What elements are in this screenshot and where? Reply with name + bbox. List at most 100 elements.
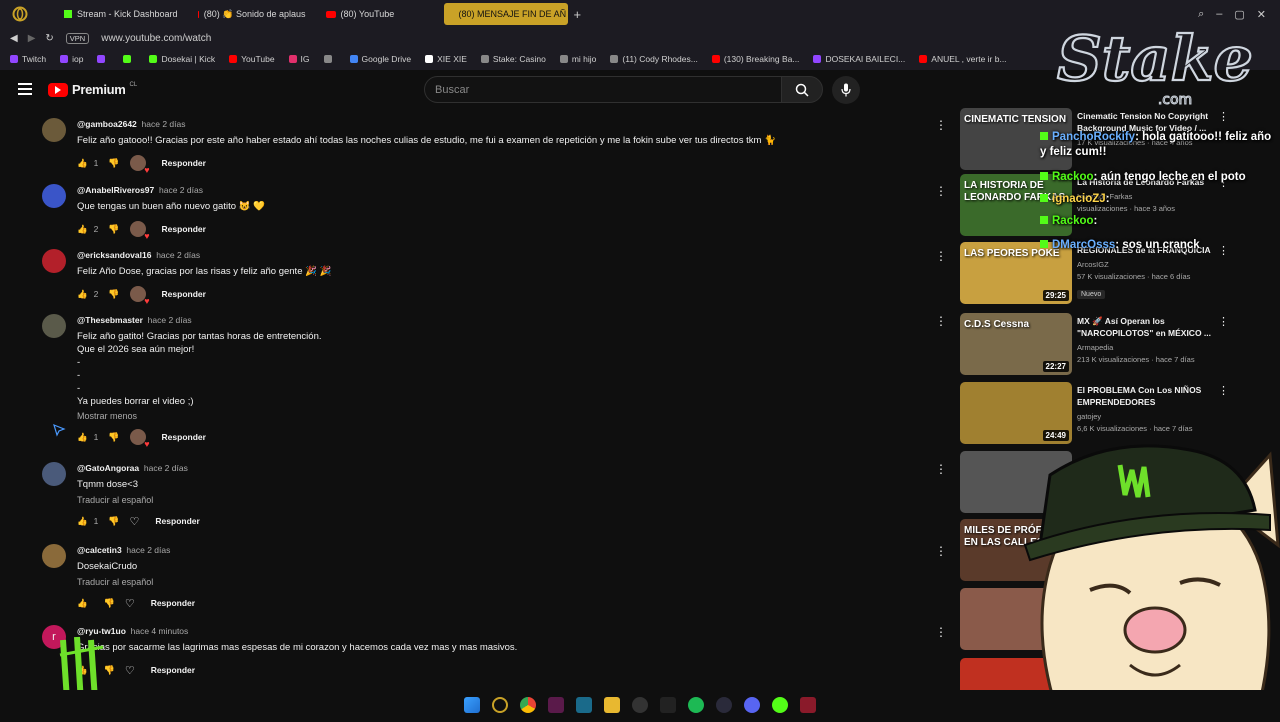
- like-icon[interactable]: 👍: [77, 289, 88, 300]
- bookmark-item[interactable]: YouTube: [229, 54, 275, 64]
- bookmark-item[interactable]: XIE XIE: [425, 54, 467, 64]
- channel-name[interactable]: gatojey: [1077, 411, 1217, 423]
- video-title[interactable]: MX 🚀 Así Operan los "NARCOPILOTOS" en MÉ…: [1077, 315, 1217, 339]
- editor-icon[interactable]: [548, 697, 564, 713]
- bookmark-item[interactable]: DOSEKAI BAILECI...: [813, 54, 905, 64]
- logitech-icon[interactable]: [660, 697, 676, 713]
- chrome-icon[interactable]: [520, 697, 536, 713]
- video-thumbnail[interactable]: C.D.S Cessna 22:27: [960, 313, 1072, 375]
- url-field[interactable]: www.youtube.com/watch: [101, 33, 211, 44]
- opera-icon[interactable]: [492, 697, 508, 713]
- bookmark-item[interactable]: iop: [60, 54, 83, 64]
- menu-icon[interactable]: [18, 83, 32, 95]
- avatar[interactable]: [42, 314, 66, 338]
- like-icon[interactable]: 👍: [77, 224, 88, 235]
- bookmark-item[interactable]: mi hijo: [559, 54, 596, 64]
- comment-author[interactable]: @AnabelRiveros97: [77, 185, 154, 195]
- steam-icon[interactable]: [716, 697, 732, 713]
- search-input[interactable]: Buscar: [424, 76, 782, 103]
- dislike-icon[interactable]: 👎: [108, 158, 119, 169]
- bookmark-item[interactable]: (130) Breaking Ba...: [711, 54, 799, 64]
- app-red-icon[interactable]: [800, 697, 816, 713]
- bookmark-item[interactable]: [97, 55, 109, 63]
- youtube-premium-logo[interactable]: Premium CL: [48, 82, 137, 97]
- kick-taskbar-icon[interactable]: [772, 697, 788, 713]
- avatar[interactable]: [42, 462, 66, 486]
- new-tab-button[interactable]: +: [574, 7, 582, 22]
- reload-icon[interactable]: ↻: [45, 33, 53, 44]
- bookmark-item[interactable]: Dosekai | Kick: [149, 54, 215, 64]
- comment-author[interactable]: @Thesebmaster: [77, 315, 143, 325]
- more-actions-icon[interactable]: ⋮: [935, 314, 947, 328]
- tab-sonido-aplausos[interactable]: (80) 👏 Sonido de aplaus: [188, 3, 316, 25]
- tab-mensaje-fin-de-ano[interactable]: (80) MENSAJE FIN DE AÑ: [443, 3, 568, 25]
- translate-button[interactable]: Traducir al español: [77, 495, 927, 505]
- avatar[interactable]: [42, 184, 66, 208]
- heart-icon[interactable]: ♡: [130, 515, 140, 528]
- reply-button[interactable]: Responder: [151, 598, 195, 608]
- comment-time[interactable]: hace 2 días: [148, 315, 192, 325]
- search-button[interactable]: [781, 76, 823, 103]
- comment-time[interactable]: hace 2 días: [156, 250, 200, 260]
- opera-logo-icon[interactable]: [6, 3, 34, 25]
- reply-button[interactable]: Responder: [155, 516, 199, 526]
- comment-time[interactable]: hace 2 días: [159, 185, 203, 195]
- more-actions-icon[interactable]: ⋮: [935, 544, 947, 558]
- dislike-icon[interactable]: 👎: [108, 516, 119, 527]
- like-icon[interactable]: 👍: [77, 432, 88, 443]
- bookmark-item[interactable]: Google Drive: [349, 54, 411, 64]
- comment-time[interactable]: hace 2 días: [144, 463, 188, 473]
- more-actions-icon[interactable]: ⋮: [935, 249, 947, 263]
- reply-button[interactable]: Responder: [151, 665, 195, 675]
- reply-button[interactable]: Responder: [162, 432, 206, 442]
- back-icon[interactable]: ◀: [10, 33, 18, 44]
- dislike-icon[interactable]: 👎: [108, 432, 119, 443]
- like-icon[interactable]: 👍: [77, 158, 88, 169]
- obs-icon[interactable]: [632, 697, 648, 713]
- avatar[interactable]: [42, 118, 66, 142]
- close-icon[interactable]: ✕: [1257, 8, 1266, 21]
- bookmark-item[interactable]: [123, 55, 135, 63]
- more-actions-icon[interactable]: ⋮: [1218, 110, 1229, 123]
- bookmark-item[interactable]: Stake: Casino: [480, 54, 546, 64]
- dislike-icon[interactable]: 👎: [104, 598, 115, 609]
- file-explorer-icon[interactable]: [604, 697, 620, 713]
- show-less-button[interactable]: Mostrar menos: [77, 411, 927, 421]
- like-icon[interactable]: 👍: [77, 516, 88, 527]
- comment-author[interactable]: @gamboa2642: [77, 119, 137, 129]
- bookmark-item[interactable]: IG: [288, 54, 310, 64]
- more-actions-icon[interactable]: ⋮: [935, 625, 947, 639]
- dislike-icon[interactable]: 👎: [108, 289, 119, 300]
- more-actions-icon[interactable]: ⋮: [1218, 384, 1229, 397]
- channel-name[interactable]: ArcosIGZ: [1077, 259, 1217, 271]
- bookmark-item[interactable]: ANUEL , verte ir b...: [919, 54, 1007, 64]
- heart-icon[interactable]: ♡: [125, 597, 135, 610]
- discord-icon[interactable]: [744, 697, 760, 713]
- bookmark-item[interactable]: Twitch: [10, 54, 46, 64]
- forward-icon[interactable]: ▶: [28, 33, 36, 44]
- reply-button[interactable]: Responder: [162, 289, 206, 299]
- comment-time[interactable]: hace 4 minutos: [131, 626, 189, 636]
- app-icon[interactable]: [576, 697, 592, 713]
- more-actions-icon[interactable]: ⋮: [935, 118, 947, 132]
- translate-button[interactable]: Traducir al español: [77, 577, 927, 587]
- more-actions-icon[interactable]: ⋮: [1218, 315, 1229, 328]
- bookmark-item[interactable]: (11) Cody Rhodes...: [610, 54, 698, 64]
- comment-author[interactable]: @calcetin3: [77, 545, 122, 555]
- comment-author[interactable]: @GatoAngoraa: [77, 463, 139, 473]
- reply-button[interactable]: Responder: [162, 158, 206, 168]
- vpn-badge[interactable]: VPN: [65, 32, 90, 44]
- spotify-icon[interactable]: [688, 697, 704, 713]
- comment-time[interactable]: hace 2 días: [126, 545, 170, 555]
- heart-icon[interactable]: ♡: [125, 664, 135, 677]
- like-icon[interactable]: 👍: [77, 598, 88, 609]
- more-actions-icon[interactable]: ⋮: [935, 462, 947, 476]
- more-actions-icon[interactable]: ⋮: [935, 184, 947, 198]
- related-video[interactable]: C.D.S Cessna 22:27 MX 🚀 Así Operan los "…: [960, 313, 1240, 377]
- video-title[interactable]: El PROBLEMA Con Los NIÑOS EMPRENDEDORES: [1077, 384, 1217, 408]
- tab-kick-dashboard[interactable]: Stream - Kick Dashboard: [54, 3, 188, 25]
- tab-youtube[interactable]: (80) YouTube: [316, 3, 440, 25]
- dislike-icon[interactable]: 👎: [108, 224, 119, 235]
- reply-button[interactable]: Responder: [162, 224, 206, 234]
- windows-start-icon[interactable]: [464, 697, 480, 713]
